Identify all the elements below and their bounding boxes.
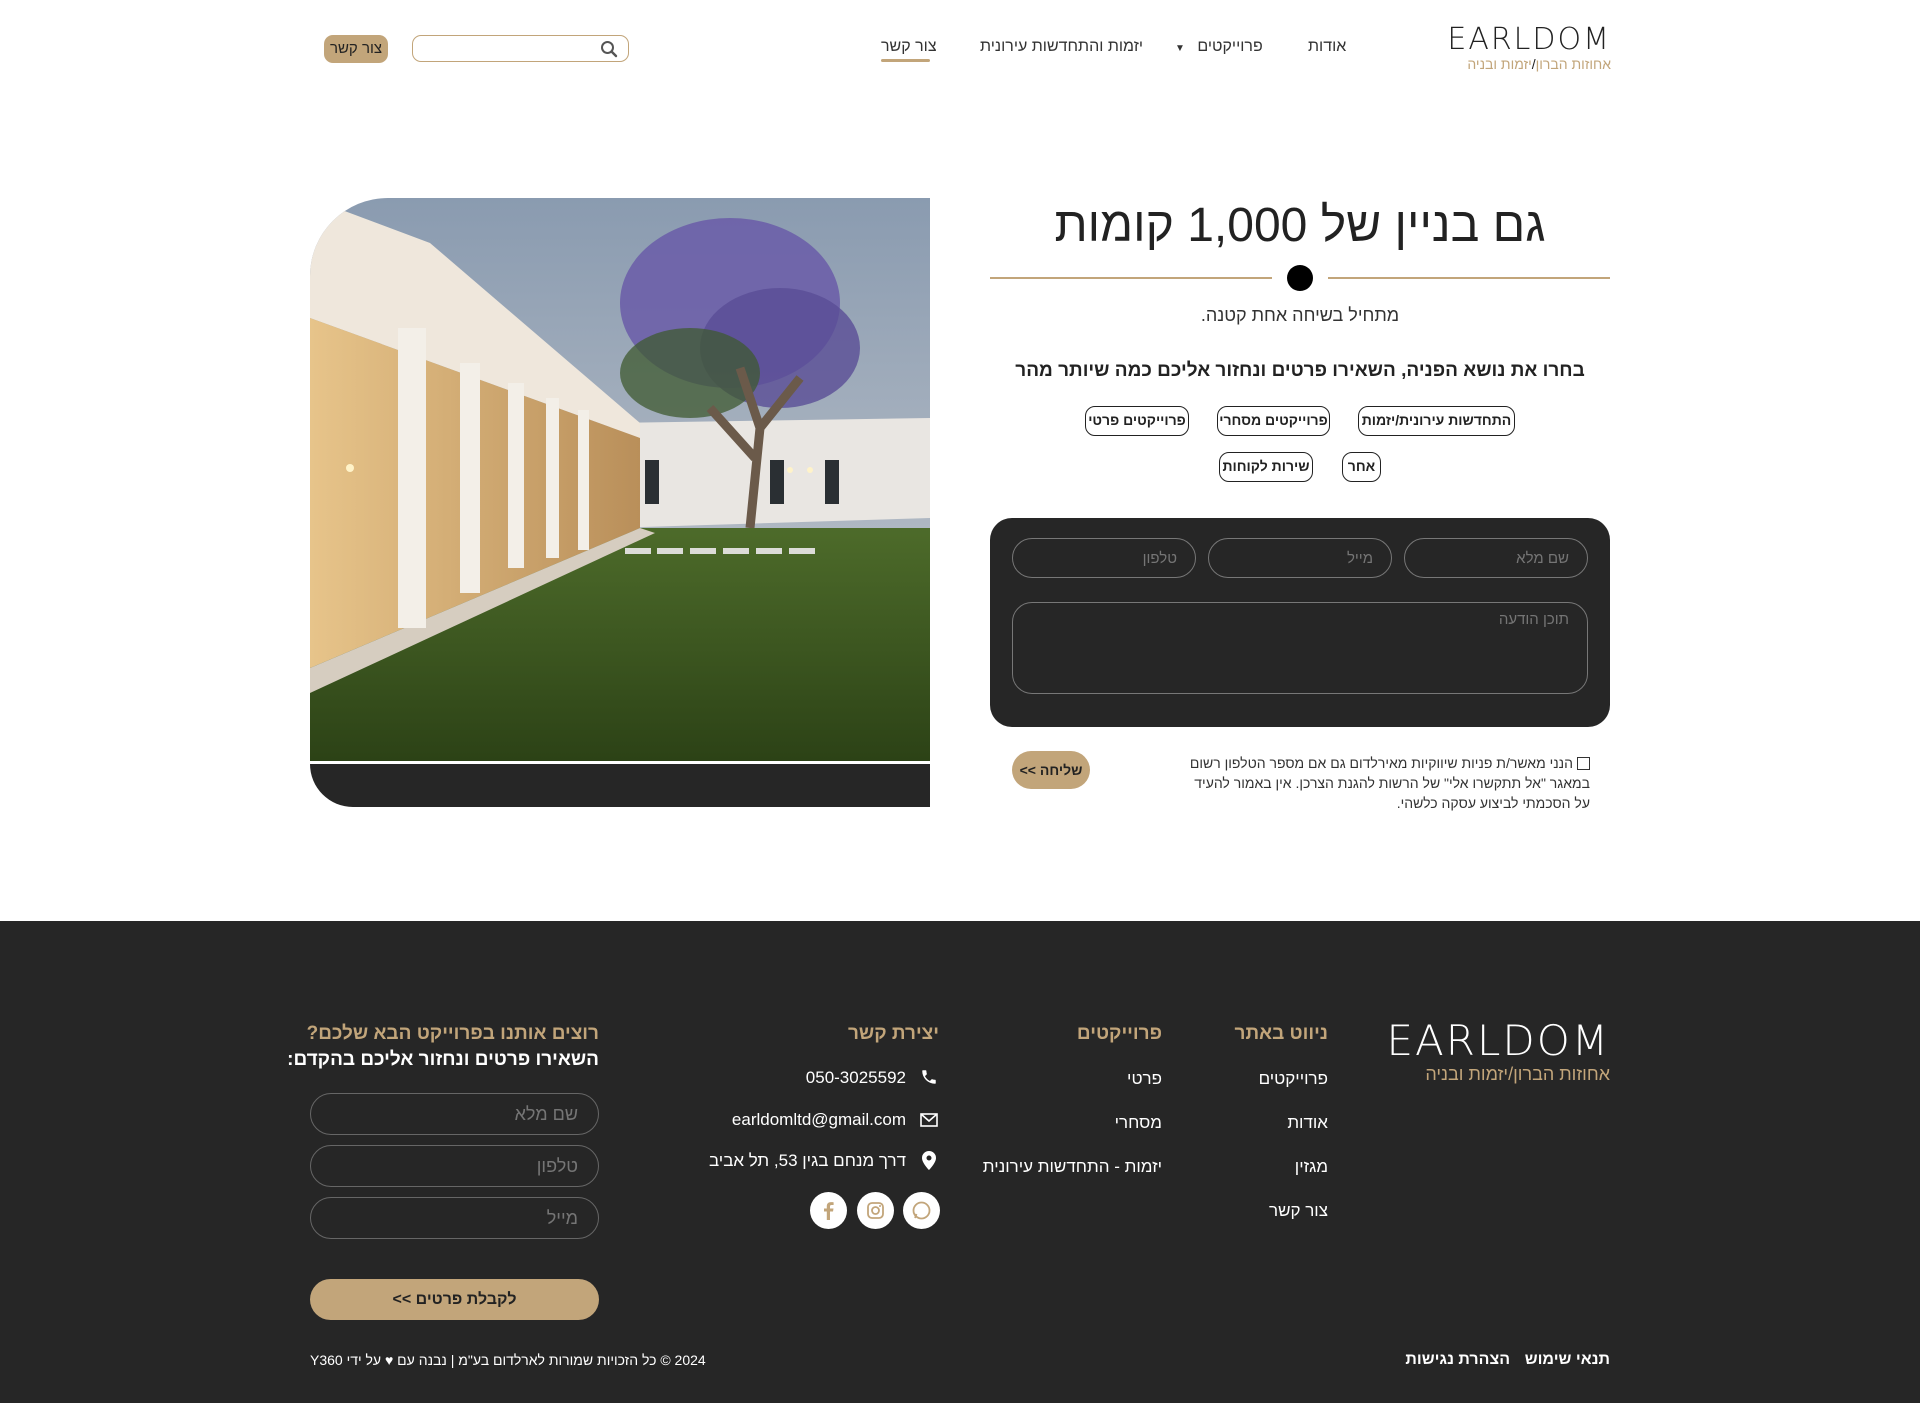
topic-other[interactable]: אחר: [1342, 452, 1381, 482]
footer-email-field[interactable]: [310, 1197, 599, 1239]
title-divider-right: [1328, 277, 1610, 279]
footer-link-about[interactable]: אודות: [1287, 1113, 1328, 1133]
footer-logo-tagline: אחוזות הברון/יזמות ובניה: [1425, 1064, 1610, 1084]
consent-text: הנני מאשר/ת פניות שיווקיות מאירלדום גם א…: [1189, 755, 1590, 811]
page-subtitle: מתחיל בשיחה אחת קטנה.: [1200, 305, 1400, 325]
footer-phone-field[interactable]: [310, 1145, 599, 1187]
location-pin-icon: [922, 1151, 936, 1170]
search-box[interactable]: [412, 35, 629, 62]
page-title: גם בניין של 1,000 קומות: [1054, 199, 1546, 252]
hero-image: [310, 198, 930, 761]
whatsapp-icon[interactable]: [903, 1192, 940, 1229]
marketing-consent: הנני מאשר/ת פניות שיווקיות מאירלדום גם א…: [1180, 753, 1590, 813]
nav-projects[interactable]: פרוייקטים ▼: [1175, 38, 1263, 56]
form-instructions: בחרו את נושא הפניה, השאירו פרטים ונחזור …: [1015, 360, 1585, 381]
footer-logo-wordmark: EARLDOM: [1386, 1016, 1610, 1065]
accessibility-link[interactable]: הצהרת נגישות: [1405, 1351, 1510, 1369]
instagram-glyph: [867, 1202, 884, 1219]
logo-tagline: אחוזות הברון/יזמות ובניה: [1467, 56, 1611, 72]
topic-private[interactable]: פרוייקטים פרטי: [1085, 406, 1189, 436]
chevron-down-icon: ▼: [1175, 43, 1185, 54]
footer-projects-heading: פרוייקטים: [1076, 1023, 1162, 1044]
footer-link-projects[interactable]: פרוייקטים: [1259, 1069, 1328, 1089]
facebook-glyph: [824, 1202, 834, 1220]
consent-checkbox[interactable]: [1577, 757, 1590, 770]
facebook-icon[interactable]: [810, 1192, 847, 1229]
site-footer: [0, 921, 1920, 1403]
footer-phone[interactable]: 050-3025592: [806, 1068, 906, 1088]
footer-logo[interactable]: EARLDOM אחוזות הברון/יזמות ובניה: [1387, 1020, 1611, 1085]
header-logo[interactable]: EARLDOM אחוזות הברון/יזמות ובניה: [1447, 25, 1611, 73]
email-field[interactable]: [1208, 538, 1392, 578]
whatsapp-glyph: [912, 1201, 931, 1220]
footer-submit-button[interactable]: לקבלת פרטים >>: [310, 1279, 599, 1320]
topic-commercial[interactable]: פרוייקטים מסחרי: [1217, 406, 1330, 436]
footer-link-commercial[interactable]: מסחרי: [1115, 1113, 1162, 1133]
topic-urban-renewal[interactable]: התחדשות עירונית/יזמות: [1358, 406, 1515, 436]
footer-email[interactable]: earldomltd@gmail.com: [732, 1110, 906, 1130]
footer-address: דרך מנחם בגין 53, תל אביב: [708, 1151, 906, 1170]
hero-image-bar: [310, 764, 930, 807]
topic-customer-service[interactable]: שירות לקוחות: [1219, 452, 1313, 482]
footer-nav-heading: ניווט באתר: [1234, 1023, 1328, 1044]
title-divider-left: [990, 277, 1272, 279]
title-divider-dot: [1287, 265, 1313, 291]
footer-lead-subheading: השאירו פרטים ונחזור אליכם בהקדם:: [287, 1049, 599, 1070]
footer-name-field[interactable]: [310, 1093, 599, 1135]
contact-form: [990, 518, 1610, 727]
instagram-icon[interactable]: [857, 1192, 894, 1229]
villa-photo: [310, 198, 930, 761]
email-icon: [920, 1113, 938, 1127]
nav-about[interactable]: אודות: [1308, 38, 1346, 56]
nav-active-underline: [881, 59, 930, 62]
footer-link-private[interactable]: פרטי: [1127, 1069, 1162, 1089]
search-input[interactable]: [419, 38, 589, 58]
footer-lead-heading: רוצים אותנו בפרוייקט הבא שלכם?: [306, 1023, 599, 1044]
message-field[interactable]: [1012, 602, 1588, 694]
phone-icon: [922, 1070, 936, 1084]
copyright: 2024 © כל הזכויות שמורות לארלדום בע"מ | …: [310, 1352, 706, 1368]
name-field[interactable]: [1404, 538, 1588, 578]
logo-wordmark: EARLDOM: [1447, 22, 1611, 57]
footer-contact-heading: יצירת קשר: [847, 1023, 939, 1044]
nav-urban-renewal[interactable]: יזמות והתחדשות עירונית: [980, 38, 1143, 56]
footer-link-urban[interactable]: יזמות - התחדשות עירונית: [983, 1157, 1162, 1177]
header-contact-button[interactable]: צור קשר: [324, 35, 388, 63]
terms-link[interactable]: תנאי שימוש: [1525, 1351, 1610, 1369]
send-button[interactable]: שליחה >>: [1012, 751, 1090, 789]
footer-link-magazine[interactable]: מגזין: [1295, 1157, 1328, 1177]
phone-field[interactable]: [1012, 538, 1196, 578]
footer-link-contact[interactable]: צור קשר: [1269, 1201, 1328, 1221]
nav-contact[interactable]: צור קשר: [881, 38, 937, 56]
search-icon[interactable]: [600, 40, 618, 58]
